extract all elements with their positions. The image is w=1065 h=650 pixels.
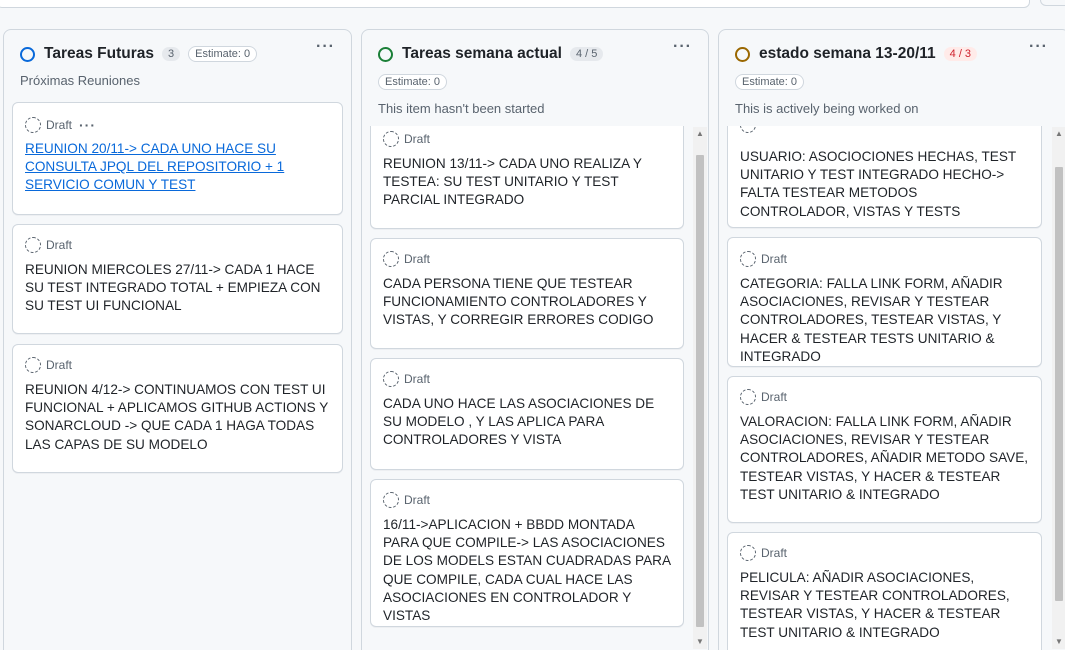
card-title: CADA UNO HACE LAS ASOCIACIONES DE SU MOD… — [383, 396, 655, 448]
scroll-up-arrow-icon[interactable]: ▲ — [1052, 127, 1065, 141]
scroll-down-arrow-icon[interactable]: ▼ — [693, 635, 707, 649]
draft-card[interactable]: Draft ··· REUNION 20/11-> CADA UNO HACE … — [12, 102, 343, 215]
item-count-badge: 4 / 3 — [943, 47, 978, 61]
draft-icon — [25, 237, 41, 253]
draft-card[interactable]: Draft PELICULA: AÑADIR ASOCIACIONES, REV… — [727, 532, 1042, 650]
draft-card[interactable]: Draft REUNION MIERCOLES 27/11-> CADA 1 H… — [12, 224, 343, 334]
column-scrollbar[interactable]: ▲ ▼ — [693, 127, 707, 649]
draft-label: Draft — [761, 252, 788, 266]
card-title: REUNION MIERCOLES 27/11-> CADA 1 HACE SU… — [25, 262, 321, 314]
card-title: REUNION 13/11-> CADA UNO REALIZA Y TESTE… — [383, 156, 642, 208]
column-header: estado semana 13-20/11 4 / 3 ··· Estimat… — [719, 30, 1065, 126]
draft-icon — [25, 357, 41, 373]
column-header: Tareas semana actual 4 / 5 ··· Estimate:… — [362, 30, 708, 126]
draft-label: Draft — [404, 493, 431, 507]
draft-label: Draft — [46, 358, 73, 372]
cards-list: Draft REUNION 13/11-> CADA UNO REALIZA Y… — [362, 126, 708, 650]
column-menu-button[interactable]: ··· — [673, 38, 692, 56]
toolbar-button[interactable] — [1040, 0, 1065, 6]
column-title: estado semana 13-20/11 — [759, 45, 936, 62]
draft-icon — [740, 126, 756, 133]
estimate-badge: Estimate: 0 — [735, 74, 805, 90]
draft-card[interactable]: Draft VALORACION: FALLA LINK FORM, AÑADI… — [727, 376, 1042, 523]
column-menu-button[interactable]: ··· — [316, 38, 335, 56]
estimate-badge: Estimate: 0 — [188, 46, 258, 62]
card-title: VALORACION: FALLA LINK FORM, AÑADIR ASOC… — [740, 414, 1029, 502]
draft-label: Draft — [761, 546, 788, 560]
scroll-down-arrow-icon[interactable]: ▼ — [1052, 635, 1065, 649]
column-title: Tareas Futuras — [44, 45, 154, 62]
card-title: USUARIO: ASOCIOCIONES HECHAS, TEST UNITA… — [740, 149, 1016, 219]
column-description: Próximas Reuniones — [20, 73, 140, 88]
draft-label: Draft — [404, 372, 431, 386]
column-menu-button[interactable]: ··· — [1029, 38, 1048, 56]
card-title: CATEGORIA: FALLA LINK FORM, AÑADIR ASOCI… — [740, 276, 1003, 364]
estimate-badge: Estimate: 0 — [378, 74, 448, 90]
cards-list: USUARIO: ASOCIOCIONES HECHAS, TEST UNITA… — [719, 126, 1065, 650]
open-circle-icon — [20, 46, 35, 62]
draft-icon — [740, 251, 756, 267]
open-circle-icon — [735, 46, 750, 62]
draft-card[interactable]: Draft CADA PERSONA TIENE QUE TESTEAR FUN… — [370, 238, 684, 349]
column-scrollbar[interactable]: ▲ ▼ — [1052, 127, 1065, 649]
column-tareas-semana-actual: Tareas semana actual 4 / 5 ··· Estimate:… — [361, 29, 709, 650]
cards-list: Draft ··· REUNION 20/11-> CADA UNO HACE … — [4, 102, 351, 650]
card-menu-button[interactable]: ··· — [79, 117, 96, 133]
draft-icon — [740, 545, 756, 561]
card-title: 16/11->APLICACION + BBDD MONTADA PARA QU… — [383, 517, 671, 624]
scroll-thumb[interactable] — [1055, 167, 1063, 601]
open-circle-icon — [378, 46, 393, 62]
column-tareas-futuras: Tareas Futuras 3 Estimate: 0 ··· Próxima… — [3, 29, 352, 650]
draft-label: Draft — [761, 390, 788, 404]
draft-card[interactable]: Draft 16/11->APLICACION + BBDD MONTADA P… — [370, 479, 684, 627]
item-count-badge: 3 — [161, 47, 181, 61]
scroll-thumb[interactable] — [696, 155, 704, 627]
draft-card[interactable]: Draft REUNION 13/11-> CADA UNO REALIZA Y… — [370, 126, 684, 229]
top-toolbar — [0, 0, 1065, 14]
card-title-link[interactable]: REUNION 20/11-> CADA UNO HACE SU CONSULT… — [25, 140, 330, 195]
draft-label: Draft — [404, 132, 431, 146]
scroll-up-arrow-icon[interactable]: ▲ — [693, 127, 707, 141]
item-count-badge: 4 / 5 — [569, 47, 604, 61]
draft-icon — [383, 131, 399, 147]
draft-card[interactable]: Draft REUNION 4/12-> CONTINUAMOS CON TES… — [12, 344, 343, 473]
draft-card[interactable]: Draft CATEGORIA: FALLA LINK FORM, AÑADIR… — [727, 237, 1042, 367]
column-estado-semana: estado semana 13-20/11 4 / 3 ··· Estimat… — [718, 29, 1065, 650]
card-title: CADA PERSONA TIENE QUE TESTEAR FUNCIONAM… — [383, 276, 654, 328]
draft-icon — [25, 117, 41, 133]
card-title: PELICULA: AÑADIR ASOCIACIONES, REVISAR Y… — [740, 570, 1010, 640]
draft-label: Draft — [46, 238, 73, 252]
draft-icon — [383, 371, 399, 387]
draft-card[interactable]: USUARIO: ASOCIOCIONES HECHAS, TEST UNITA… — [727, 126, 1042, 228]
column-description: This is actively being worked on — [735, 101, 919, 116]
draft-icon — [383, 251, 399, 267]
column-title: Tareas semana actual — [402, 45, 562, 62]
draft-icon — [740, 389, 756, 405]
draft-icon — [383, 492, 399, 508]
draft-card[interactable]: Draft CADA UNO HACE LAS ASOCIACIONES DE … — [370, 358, 684, 470]
card-title: REUNION 4/12-> CONTINUAMOS CON TEST UI F… — [25, 382, 329, 452]
draft-label: Draft — [404, 252, 431, 266]
draft-label: Draft — [46, 118, 73, 132]
column-description: This item hasn't been started — [378, 101, 545, 116]
filter-input[interactable] — [0, 0, 1030, 8]
